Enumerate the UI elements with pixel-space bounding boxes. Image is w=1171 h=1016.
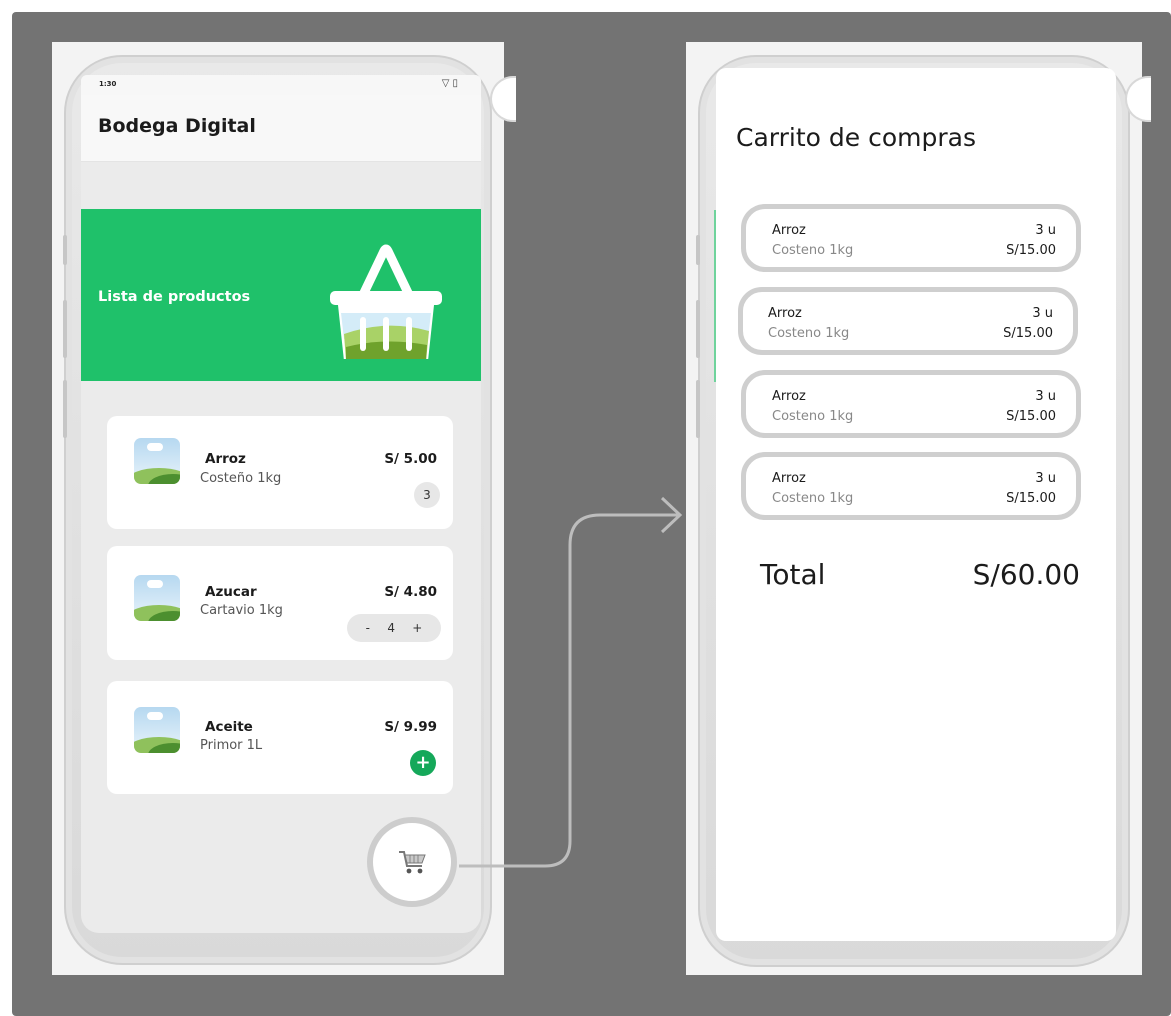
cart-screen: Carrito de compras Arroz Costeno 1kg 3 u… xyxy=(716,68,1116,941)
cart-item-name: Arroz xyxy=(772,471,806,486)
cart-item-quantity: 3 u xyxy=(1035,471,1056,486)
cart-item-price: S/15.00 xyxy=(1006,243,1056,258)
cart-item-name: Arroz xyxy=(772,223,806,238)
cart-item[interactable]: Arroz Costeno 1kg 3 u S/15.00 xyxy=(741,452,1081,520)
cart-item-quantity: 3 u xyxy=(1035,223,1056,238)
cart-item-description: Costeno 1kg xyxy=(772,243,854,258)
cart-item-name: Arroz xyxy=(768,306,802,321)
phone-side-button xyxy=(696,380,700,438)
cart-item[interactable]: Arroz Costeno 1kg 3 u S/15.00 xyxy=(741,370,1081,438)
cart-item-price: S/15.00 xyxy=(1006,491,1056,506)
cart-item-quantity: 3 u xyxy=(1032,306,1053,321)
cart-item[interactable]: Arroz Costeno 1kg 3 u S/15.00 xyxy=(741,204,1081,272)
cart-item-price: S/15.00 xyxy=(1003,326,1053,341)
phone-side-button xyxy=(696,235,700,265)
cart-item-name: Arroz xyxy=(772,389,806,404)
cart-item-description: Costeno 1kg xyxy=(772,491,854,506)
cart-item-price: S/15.00 xyxy=(1006,409,1056,424)
total-value: S/60.00 xyxy=(972,558,1080,591)
total-label: Total xyxy=(760,558,826,591)
cart-item-description: Costeno 1kg xyxy=(772,409,854,424)
cart-item-description: Costeno 1kg xyxy=(768,326,850,341)
cart-item[interactable]: Arroz Costeno 1kg 3 u S/15.00 xyxy=(738,287,1078,355)
phone-side-button xyxy=(696,300,700,358)
cart-item-quantity: 3 u xyxy=(1035,389,1056,404)
cart-title: Carrito de compras xyxy=(736,123,976,152)
